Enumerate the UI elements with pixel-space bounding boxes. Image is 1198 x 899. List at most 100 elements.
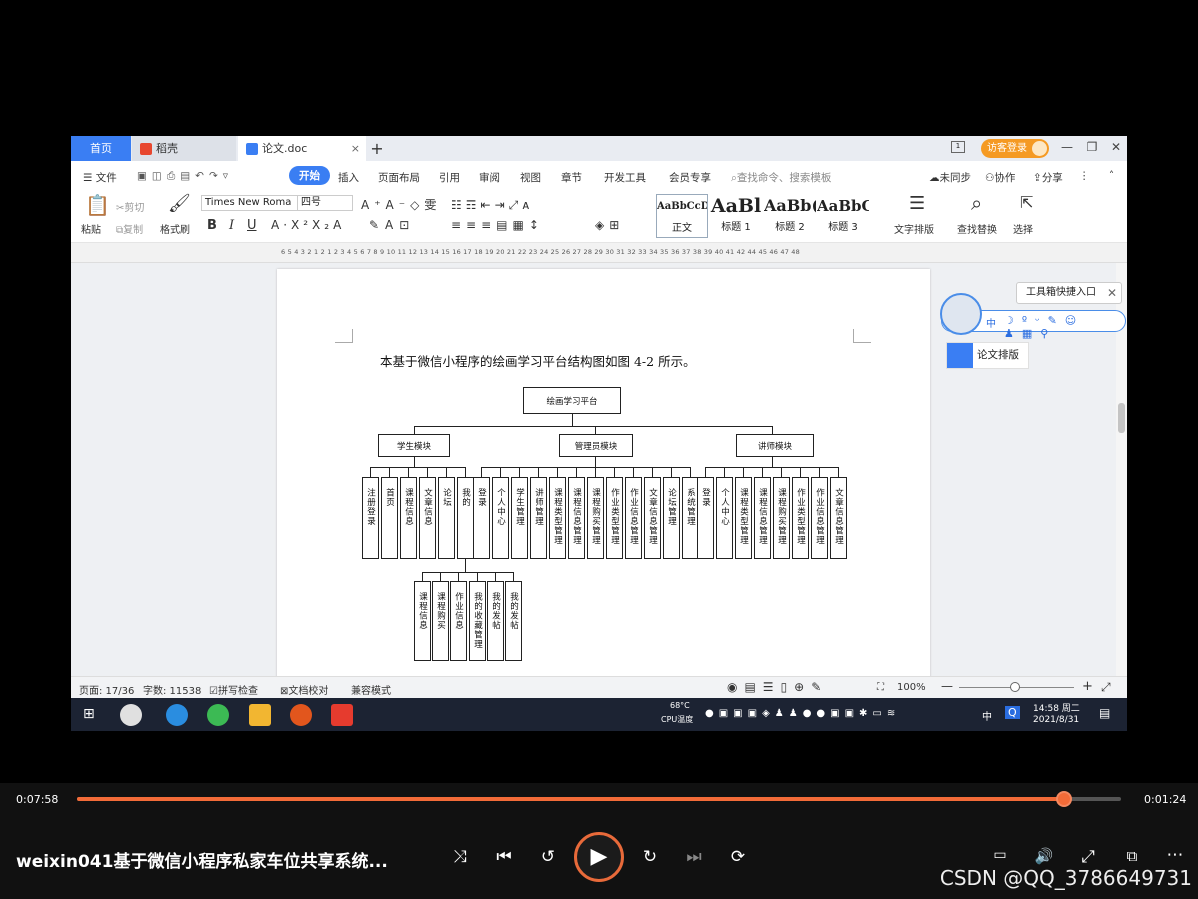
menu-chapter[interactable]: 章节 [561,170,582,185]
menu-review[interactable]: 审阅 [479,170,500,185]
share-button[interactable]: ⇪分享 [1033,170,1063,185]
input-method-icon[interactable]: Q [1005,706,1020,719]
window-layout-icon[interactable]: 1 [951,141,965,153]
collab-button[interactable]: ⚇协作 [985,170,1015,185]
text-layout-icon[interactable]: ☰ [909,193,925,214]
ime-tool-icons[interactable]: ☽ºᵕ✎☺♟▦⚲ [1004,314,1125,340]
forward-30-icon[interactable]: ↻ [637,847,663,867]
tab-daoke[interactable]: 稻壳 [132,136,236,161]
clock-time[interactable]: 14:58 周二 [1033,701,1080,714]
tray-icons[interactable]: ●▣▣▣◈♟♟●●▣▣✱▭≋ [705,708,900,719]
text-effect-icons[interactable]: A·X²X₂A [271,218,345,232]
clock-date[interactable]: 2021/8/31 [1033,715,1079,725]
style-heading-3[interactable]: AaBbC 标题 3 [817,194,869,238]
select-cursor-icon[interactable]: ⇱ [1020,193,1033,212]
tab-document[interactable]: 论文.doc × [238,136,366,161]
underline-button[interactable]: U [247,218,257,233]
assistant-robot-icon[interactable] [940,293,982,335]
next-icon[interactable]: ⏭ [681,847,707,867]
menu-dev-tools[interactable]: 开发工具 [604,170,646,185]
paste-icon[interactable]: 📋 [85,193,110,217]
rewind-10-icon[interactable]: ↺ [535,847,561,867]
italic-button[interactable]: I [229,218,234,233]
format-painter-label[interactable]: 格式刷 [160,221,190,236]
style-heading-1[interactable]: AaBl 标题 1 [710,194,762,238]
toolbox-tooltip[interactable]: 工具箱快捷入口 ✕ [1016,282,1122,304]
minimize-icon[interactable]: — [1059,140,1075,154]
zoom-out-icon[interactable]: — [941,679,953,693]
page-count[interactable]: 页面: 17/36 [79,682,134,697]
file-explorer-icon[interactable] [249,704,271,726]
menu-start[interactable]: 开始 [289,166,330,185]
picture-in-picture-icon[interactable]: ⧉ [1119,847,1145,865]
more-collapse-icon[interactable]: ⋮ ˄ [1079,170,1122,182]
restore-icon[interactable]: ❐ [1084,140,1100,154]
font-family-select[interactable]: Times New Roma [201,195,299,211]
zoom-in-icon[interactable]: + [1082,679,1093,694]
quick-access-icons[interactable]: ▣◫⎙▤↶↷▿ [137,170,233,183]
wps-taskbar-icon[interactable] [331,704,353,726]
align-icons[interactable]: ≡≡≡▤▦↕ [451,218,544,232]
loop-icon[interactable]: ⟳ [725,847,751,867]
paste-label[interactable]: 粘贴 [81,221,101,236]
progress-bar[interactable] [77,791,1121,807]
paper-layout-button[interactable]: 论文排版 [946,342,1029,369]
shading-border-icons[interactable]: ◈⊞ [595,218,624,232]
highlight-color-icons[interactable]: ✎A⊡ [369,218,415,232]
close-icon[interactable]: ✕ [1107,283,1117,303]
expand-icon[interactable]: ⤢ [1075,847,1101,867]
bold-button[interactable]: B [207,218,217,233]
360-browser-icon[interactable] [207,704,229,726]
style-normal[interactable]: AaBbCcDd 正文 [656,194,708,238]
format-painter-icon[interactable]: 🖌 [168,193,191,214]
tab-home[interactable]: 首页 [71,136,131,161]
taskbar-ime[interactable]: 中 [982,708,992,723]
font-size-select[interactable]: 四号 [297,195,353,211]
play-button[interactable]: ▶ [574,832,624,882]
copy-button[interactable]: ⧉复制 [116,221,143,236]
more-options-icon[interactable]: ⋯ [1162,845,1188,865]
menu-insert[interactable]: 插入 [338,170,359,185]
document-page[interactable]: 本基于微信小程序的绘画学习平台结构图如图 4-2 所示。 绘画学习平台 学生模块管… [277,269,930,679]
previous-icon[interactable]: ⏮ [491,847,517,867]
zoom-level[interactable]: 100% [897,682,926,693]
find-replace-icon[interactable]: ⌕ [971,191,982,215]
menu-references[interactable]: 引用 [439,170,460,185]
close-window-icon[interactable]: ✕ [1108,140,1124,154]
new-tab-button[interactable]: + [367,136,387,161]
ie-browser-icon[interactable] [166,704,188,726]
notification-icon[interactable]: ▤ [1099,706,1110,720]
style-heading-2[interactable]: AaBb(标题 2 [764,194,816,238]
volume-icon[interactable]: 🔊 [1031,847,1057,865]
windows-start-icon[interactable]: ⊞ [83,706,95,722]
list-indent-icons[interactable]: ☷☶⇤⇥⤢ᴀ [451,198,533,213]
menu-view[interactable]: 视图 [520,170,541,185]
scroll-thumb[interactable] [1118,403,1125,433]
word-count[interactable]: 字数: 11538 [143,682,201,697]
fan-app-icon[interactable] [120,704,142,726]
menu-layout[interactable]: 页面布局 [378,170,420,185]
zoom-slider-knob[interactable] [1010,682,1020,692]
doc-proofread[interactable]: ⊠文档校对 [280,682,328,697]
view-mode-icons[interactable]: ◉▤☰▯⊕✎ [727,680,828,694]
font-size-adjust-icons[interactable]: A⁺A⁻◇雯 [361,196,441,213]
fit-page-icon[interactable]: ⛶ [877,682,884,693]
shuffle-icon[interactable]: ⤨ [447,847,473,867]
progress-knob[interactable] [1055,791,1072,807]
ime-mode[interactable]: 中 [986,315,996,330]
cut-button[interactable]: ✂剪切 [116,199,144,214]
subtitles-icon[interactable]: ▭ [987,847,1013,863]
horizontal-ruler[interactable]: 6 5 4 3 2 1 2 1 2 3 4 5 6 7 8 9 10 11 12… [71,243,1127,263]
spell-check[interactable]: ☑拼写检查 [209,682,258,697]
recorder-app-icon[interactable] [290,704,312,726]
fullscreen-icon[interactable]: ⤢ [1101,680,1111,695]
close-tab-icon[interactable]: × [351,136,360,161]
find-replace-label[interactable]: 查找替换 [957,221,997,236]
guest-login-button[interactable]: 访客登录 [981,139,1049,158]
text-layout-label[interactable]: 文字排版 [894,221,934,236]
sync-status[interactable]: ☁未同步 [929,170,971,185]
menu-file[interactable]: ☰ 文件 [83,170,117,185]
menu-vip[interactable]: 会员专享 [669,170,711,185]
select-label[interactable]: 选择 [1013,221,1033,236]
command-search[interactable]: ⌕查找命令、搜索模板 [731,170,831,185]
